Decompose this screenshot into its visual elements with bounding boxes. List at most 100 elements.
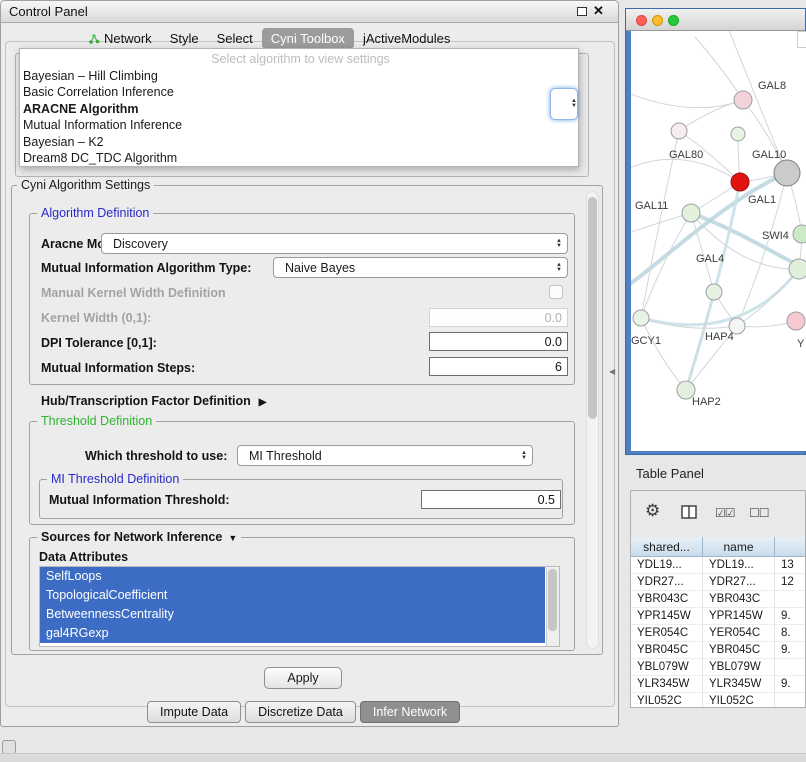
network-node-highlighted[interactable] [731, 173, 749, 191]
network-node[interactable] [789, 259, 806, 279]
attribute-item[interactable]: gal4RGexp [40, 624, 545, 643]
algorithm-dropdown-popup: Select algorithm to view settings Bayesi… [19, 48, 579, 167]
algorithm-option[interactable]: Bayesian – K2 [20, 134, 578, 151]
minimize-traffic-light-icon[interactable] [652, 15, 663, 26]
control-panel-window: Control Panel ✕ Network Style Select Cyn… [0, 0, 619, 727]
cell: YLR345W [703, 676, 775, 693]
manual-kernel-label: Manual Kernel Width Definition [41, 286, 226, 300]
expand-right-icon[interactable]: ▶ [259, 397, 267, 408]
network-node[interactable] [633, 310, 649, 326]
cell: 9. [775, 642, 806, 659]
tab-select[interactable]: Select [208, 28, 262, 49]
attribute-item[interactable]: BetweennessCentrality [40, 605, 545, 624]
table-row[interactable]: YBR045C YBR045C 9. [631, 642, 806, 659]
close-traffic-light-icon[interactable] [636, 15, 647, 26]
network-canvas[interactable]: GAL8 GAL80 GAL10 GAL11 GAL1 SWI4 GAL4 GC… [631, 31, 806, 451]
network-node[interactable] [734, 91, 752, 109]
table-row[interactable]: YIL052C YIL052C [631, 693, 806, 708]
tab-discretize-data[interactable]: Discretize Data [245, 701, 356, 723]
aracne-mode-value: Discovery [113, 237, 168, 251]
network-node[interactable] [731, 127, 745, 141]
table-row[interactable]: YPR145W YPR145W 9. [631, 608, 806, 625]
network-icon [88, 33, 100, 45]
node-label: GAL11 [635, 200, 668, 212]
tab-jactivemodules[interactable]: jActiveModules [354, 28, 459, 49]
network-node[interactable] [774, 160, 800, 186]
table-row[interactable]: YDL19... YDL19... 13 [631, 557, 806, 574]
dpi-tolerance-field[interactable] [429, 332, 568, 351]
control-panel-titlebar[interactable]: Control Panel ✕ [1, 1, 618, 23]
tab-impute-data[interactable]: Impute Data [147, 701, 241, 723]
table-row[interactable]: YBR043C YBR043C [631, 591, 806, 608]
algorithm-option[interactable]: Bayesian – Hill Climbing [20, 68, 578, 85]
aracne-mode-select[interactable]: Discovery ▲▼ [101, 233, 568, 254]
algorithm-option-selected[interactable]: ARACNE Algorithm [20, 101, 578, 118]
bottom-tab-bar: Impute Data Discretize Data Infer Networ… [147, 701, 460, 723]
node-table: shared... name YDL19... YDL19... 13 YDR2… [631, 537, 806, 708]
cell: YPR145W [631, 608, 703, 625]
attribute-item[interactable]: SelfLoops [40, 567, 545, 586]
column-header[interactable] [775, 537, 806, 557]
tab-label: Style [170, 31, 199, 46]
deselect-all-rows-icon[interactable]: ☐☐ [749, 506, 769, 520]
cell: YBL079W [703, 659, 775, 676]
data-attributes-list[interactable]: SelfLoops TopologicalCoefficient Between… [39, 566, 560, 647]
network-node[interactable] [793, 225, 806, 243]
mi-threshold-field[interactable] [421, 490, 561, 509]
network-node[interactable] [706, 284, 722, 300]
algorithm-option[interactable]: Basic Correlation Inference [20, 84, 578, 101]
settings-group-title: Cyni Algorithm Settings [17, 178, 154, 192]
apply-button[interactable]: Apply [264, 667, 342, 689]
which-threshold-select[interactable]: MI Threshold ▲▼ [237, 445, 533, 466]
cell: YBR045C [703, 642, 775, 659]
network-node[interactable] [787, 312, 805, 330]
algorithm-select-combo[interactable]: ▲▼ [550, 88, 578, 120]
attributes-scrollbar-thumb[interactable] [548, 569, 557, 631]
gear-icon[interactable]: ⚙ [645, 501, 660, 521]
column-selector-icon[interactable] [681, 505, 697, 524]
panel-splitter-arrow[interactable]: ◀ [609, 367, 615, 376]
algorithm-option[interactable]: Dream8 DC_TDC Algorithm [20, 150, 578, 167]
mi-steps-field[interactable] [429, 357, 568, 376]
cell: YDL19... [703, 557, 775, 574]
settings-scrollbar-thumb[interactable] [588, 197, 597, 419]
network-node-labels: GAL8 GAL80 GAL10 GAL11 GAL1 SWI4 GAL4 GC… [631, 80, 805, 408]
network-window-titlebar[interactable] [626, 9, 805, 31]
table-toolbar: ⚙ ☑☑ ☐☐ [631, 491, 805, 535]
cell: 8. [775, 625, 806, 642]
mi-threshold-label: Mutual Information Threshold: [49, 493, 230, 507]
cell [775, 591, 806, 608]
table-row[interactable]: YBL079W YBL079W [631, 659, 806, 676]
network-node[interactable] [671, 123, 687, 139]
tab-cyni-toolbox[interactable]: Cyni Toolbox [262, 28, 354, 49]
table-row[interactable]: YDR27... YDR27... 12 [631, 574, 806, 591]
table-row[interactable]: YER054C YER054C 8. [631, 625, 806, 642]
tab-infer-network[interactable]: Infer Network [360, 701, 460, 723]
tab-bar: Network Style Select Cyni Toolbox jActiv… [79, 28, 459, 49]
close-window-icon[interactable]: ✕ [593, 3, 604, 19]
select-all-rows-icon[interactable]: ☑☑ [715, 506, 735, 520]
combo-arrows-icon: ▲▼ [556, 263, 562, 273]
collapse-down-icon[interactable]: ▼ [228, 533, 237, 543]
table-row[interactable]: YLR345W YLR345W 9. [631, 676, 806, 693]
window-title: Control Panel [9, 1, 88, 23]
tab-style[interactable]: Style [161, 28, 208, 49]
attributes-scrollbar-track[interactable] [546, 567, 559, 646]
zoom-traffic-light-icon[interactable] [668, 15, 679, 26]
network-node[interactable] [682, 204, 700, 222]
column-header[interactable]: name [703, 537, 775, 557]
hub-definition-header[interactable]: Hub/Transcription Factor Definition▶ [41, 394, 266, 408]
column-header[interactable]: shared... [631, 537, 703, 557]
cell: YBR043C [631, 591, 703, 608]
float-window-icon[interactable] [577, 7, 587, 16]
sources-header[interactable]: Sources for Network Inference▼ [37, 530, 241, 544]
attribute-item[interactable]: TopologicalCoefficient [40, 586, 545, 605]
minimized-panel-grip[interactable] [2, 740, 16, 754]
cell: YLR345W [631, 676, 703, 693]
tab-network[interactable]: Network [79, 28, 161, 49]
cell: YDL19... [631, 557, 703, 574]
algorithm-option[interactable]: Mutual Information Inference [20, 117, 578, 134]
mi-type-select[interactable]: Naive Bayes ▲▼ [273, 257, 568, 278]
tab-label: jActiveModules [363, 31, 450, 46]
cell: 12 [775, 574, 806, 591]
